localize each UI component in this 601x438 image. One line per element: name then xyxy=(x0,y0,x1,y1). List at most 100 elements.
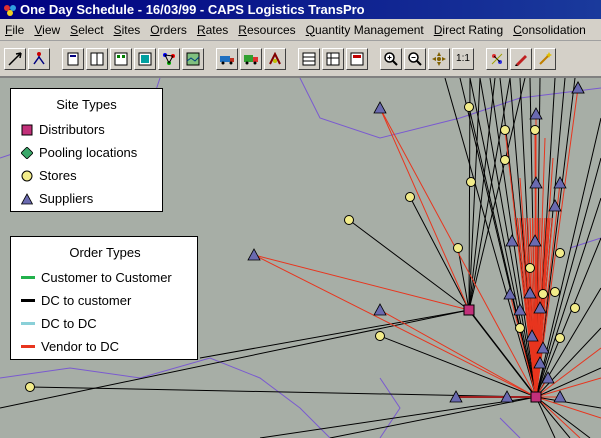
menu-accel-letter: R xyxy=(196,22,206,37)
menu-direct-rating[interactable]: Direct Rating xyxy=(429,23,508,37)
app-icon[interactable] xyxy=(3,3,17,17)
route-line-dc-to-customer xyxy=(329,396,537,438)
menu-label-rest: rders xyxy=(159,22,187,37)
order-types-legend: Order Types Customer to Customer DC to cu… xyxy=(10,236,198,360)
line-swatch-icon xyxy=(21,299,35,302)
sheet-icon-button-1[interactable] xyxy=(298,47,320,70)
line-swatch-icon xyxy=(21,276,35,279)
truck-icon-button[interactable] xyxy=(240,47,262,70)
store-site-marker xyxy=(464,102,474,112)
supplier-site-marker xyxy=(373,101,387,114)
wand-icon-button[interactable] xyxy=(534,47,556,70)
menu-label-rest: elect xyxy=(78,22,104,37)
menu-label-rest: ile xyxy=(12,22,25,37)
route-line-dc-to-customer xyxy=(535,396,591,438)
menu-accel-letter: S xyxy=(113,22,122,37)
distributor-site-marker xyxy=(530,391,542,403)
zoom-ratio-button[interactable]: 1:1 xyxy=(452,47,474,70)
store-site-marker xyxy=(344,215,354,225)
route-line-dc-to-customer xyxy=(468,78,496,311)
select-arrow-tool-button[interactable] xyxy=(4,47,26,70)
sheet-icon-button-2[interactable] xyxy=(322,47,344,70)
toolbar: 1:1 xyxy=(0,41,601,78)
zoom-in-icon[interactable] xyxy=(380,47,402,70)
menu-label-rest: irect Rating xyxy=(442,22,504,37)
zoom-out-icon[interactable] xyxy=(404,47,426,70)
route-line-dc-to-customer xyxy=(348,219,470,311)
route-line-dc-to-customer xyxy=(457,247,470,311)
site-legend-label: Distributors xyxy=(39,122,105,137)
supplier-site-marker xyxy=(529,107,543,120)
site-legend-row: Stores xyxy=(21,164,152,187)
order-legend-row: Vendor to DC xyxy=(21,335,189,358)
menu-bar: File View Select Sites Orders Rates Resources Q… xyxy=(0,19,601,41)
report-icon-button-3[interactable] xyxy=(110,47,132,70)
menu-accel-letter: Q xyxy=(305,22,316,37)
route-line-vendor-to-dc xyxy=(379,107,470,311)
store-site-marker xyxy=(500,155,510,165)
load-icon-button[interactable] xyxy=(216,47,238,70)
window-title: One Day Schedule - 16/03/99 - CAPS Logis… xyxy=(20,2,365,17)
order-legend-row: DC to customer xyxy=(21,289,189,312)
supplier-site-marker xyxy=(247,248,261,261)
store-site-marker xyxy=(555,333,565,343)
menu-label-rest: ites xyxy=(121,22,141,37)
menu-view[interactable]: View xyxy=(29,23,65,37)
store-site-marker xyxy=(530,125,540,135)
menu-rates[interactable]: Rates xyxy=(192,23,233,37)
store-site-marker xyxy=(375,331,385,341)
menu-accel-letter: V xyxy=(34,22,43,37)
menu-consolidation[interactable]: Consolidation xyxy=(508,23,591,37)
menu-label-rest: ates xyxy=(205,22,229,37)
store-site-marker xyxy=(538,289,548,299)
route-tool-button[interactable] xyxy=(28,47,50,70)
route-line-dc-to-customer xyxy=(259,396,537,438)
menu-orders[interactable]: Orders xyxy=(145,23,192,37)
menu-accel-letter: C xyxy=(513,22,522,37)
route-line-vendor-to-dc xyxy=(535,396,601,419)
menu-sites[interactable]: Sites xyxy=(109,23,146,37)
map-view[interactable]: Site Types Distributors Pooling locations… xyxy=(0,78,601,438)
route-line-vendor-to-dc xyxy=(253,254,470,311)
menu-accel-letter: O xyxy=(150,22,160,37)
route-line-dc-to-customer xyxy=(535,396,571,438)
line-swatch-icon xyxy=(21,345,35,348)
schedule-icon-button[interactable] xyxy=(264,47,286,70)
store-site-marker xyxy=(555,248,565,258)
store-site-marker xyxy=(453,243,463,253)
store-site-marker xyxy=(25,382,35,392)
store-site-marker xyxy=(500,125,510,135)
report-icon-button-2[interactable] xyxy=(86,47,108,70)
network-icon-button[interactable] xyxy=(158,47,180,70)
report-icon-button-1[interactable] xyxy=(62,47,84,70)
pan-icon[interactable] xyxy=(428,47,450,70)
site-legend-title: Site Types xyxy=(56,97,117,112)
store-site-marker xyxy=(570,303,580,313)
order-legend-title: Order Types xyxy=(69,245,141,260)
menu-label-rest: esources xyxy=(246,22,296,37)
triangle-symbol-icon xyxy=(21,192,39,205)
menu-resources[interactable]: Resources xyxy=(233,23,300,37)
site-legend-row: Suppliers xyxy=(21,187,152,210)
order-legend-label: Vendor to DC xyxy=(41,339,120,354)
route-line-dc-to-customer xyxy=(535,396,556,438)
menu-select[interactable]: Select xyxy=(65,23,108,37)
region-border xyxy=(299,78,601,139)
sheet-icon-button-3[interactable] xyxy=(346,47,368,70)
menu-file[interactable]: File xyxy=(0,23,29,37)
order-legend-label: DC to customer xyxy=(41,293,132,308)
site-types-legend: Site Types Distributors Pooling locations… xyxy=(10,88,163,212)
map-image-button[interactable] xyxy=(182,47,204,70)
pencil-icon-button[interactable] xyxy=(510,47,532,70)
order-legend-label: Customer to Customer xyxy=(41,270,172,285)
menu-quantity-management[interactable]: Quantity Management xyxy=(301,23,429,37)
menu-label-rest: iew xyxy=(42,22,61,37)
circle-symbol-icon xyxy=(21,170,39,182)
store-site-marker xyxy=(550,287,560,297)
optimize-icon-button[interactable] xyxy=(486,47,508,70)
grid-icon-button[interactable] xyxy=(134,47,156,70)
region-border xyxy=(379,377,401,438)
route-line-dc-to-customer xyxy=(199,309,470,359)
region-border xyxy=(499,417,521,438)
distributor-site-marker xyxy=(463,304,475,316)
